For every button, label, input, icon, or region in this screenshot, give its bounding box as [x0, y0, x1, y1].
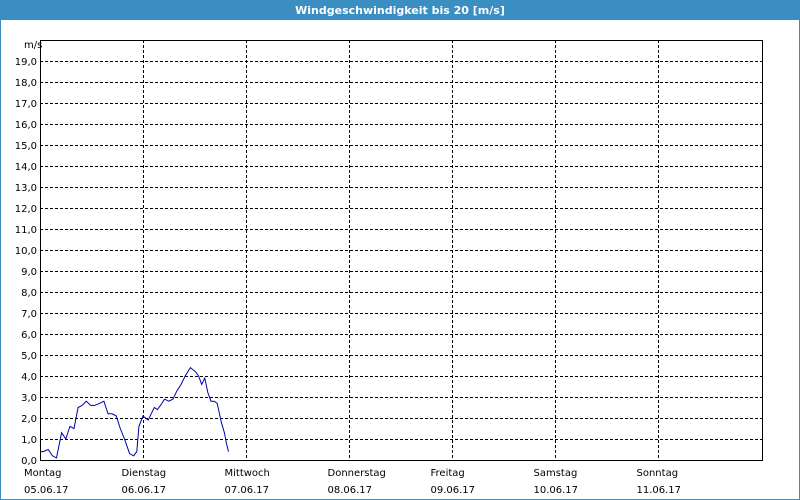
x-tick-day: Dienstag	[122, 468, 167, 479]
y-tick-label: 5,0	[21, 351, 37, 362]
y-tick-label: 6,0	[21, 330, 37, 341]
x-tick-day: Donnerstag	[328, 468, 386, 479]
x-tick-date: 11.06.17	[637, 485, 682, 496]
series	[40, 366, 229, 459]
x-tick-day: Samstag	[534, 468, 578, 479]
x-tick-labels: Montag 05.06.17 Dienstag 06.06.17 Mittwoch 07…	[24, 468, 681, 496]
y-tick-label: 10,0	[15, 246, 37, 257]
y-axis-unit: m/s	[24, 40, 42, 51]
x-tick-date: 08.06.17	[328, 485, 373, 496]
y-tick-label: 16,0	[15, 120, 37, 131]
y-tick-label: 19,0	[15, 57, 37, 68]
x-tick-day: Sonntag	[637, 468, 679, 479]
x-tick-date: 10.06.17	[534, 485, 579, 496]
y-tick-label: 18,0	[15, 78, 37, 89]
x-tick-date: 07.06.17	[225, 485, 270, 496]
grid	[40, 40, 762, 460]
y-tick-label: 13,0	[15, 183, 37, 194]
y-tick-label: 17,0	[15, 99, 37, 110]
y-tick-label: 9,0	[21, 267, 37, 278]
x-tick-date: 05.06.17	[24, 485, 69, 496]
y-tick-label: 2,0	[21, 414, 37, 425]
y-tick-label: 1,0	[21, 435, 37, 446]
y-tick-label: 3,0	[21, 393, 37, 404]
y-tick-label: 4,0	[21, 372, 37, 383]
x-tick-day: Montag	[24, 468, 61, 479]
y-tick-label: 14,0	[15, 162, 37, 173]
y-tick-labels: 0,0 1,0 2,0 3,0 4,0 5,0 6,0 7,0 8,0 9,0 10,0 11,0 12…	[15, 57, 37, 467]
y-tick-label: 11,0	[15, 225, 37, 236]
y-tick-label: 12,0	[15, 204, 37, 215]
y-tick-label: 0,0	[21, 456, 37, 467]
x-tick-day: Mittwoch	[225, 468, 270, 479]
y-tick-label: 8,0	[21, 288, 37, 299]
x-tick-day: Freitag	[431, 468, 465, 479]
x-tick-date: 09.06.17	[431, 485, 476, 496]
series-line	[40, 366, 229, 459]
chart-svg: 0,0 1,0 2,0 3,0 4,0 5,0 6,0 7,0 8,0 9,0 10,0 11,0 12…	[15, 40, 763, 496]
y-tick-label: 7,0	[21, 309, 37, 320]
y-tick-label: 15,0	[15, 141, 37, 152]
x-tick-date: 06.06.17	[122, 485, 167, 496]
